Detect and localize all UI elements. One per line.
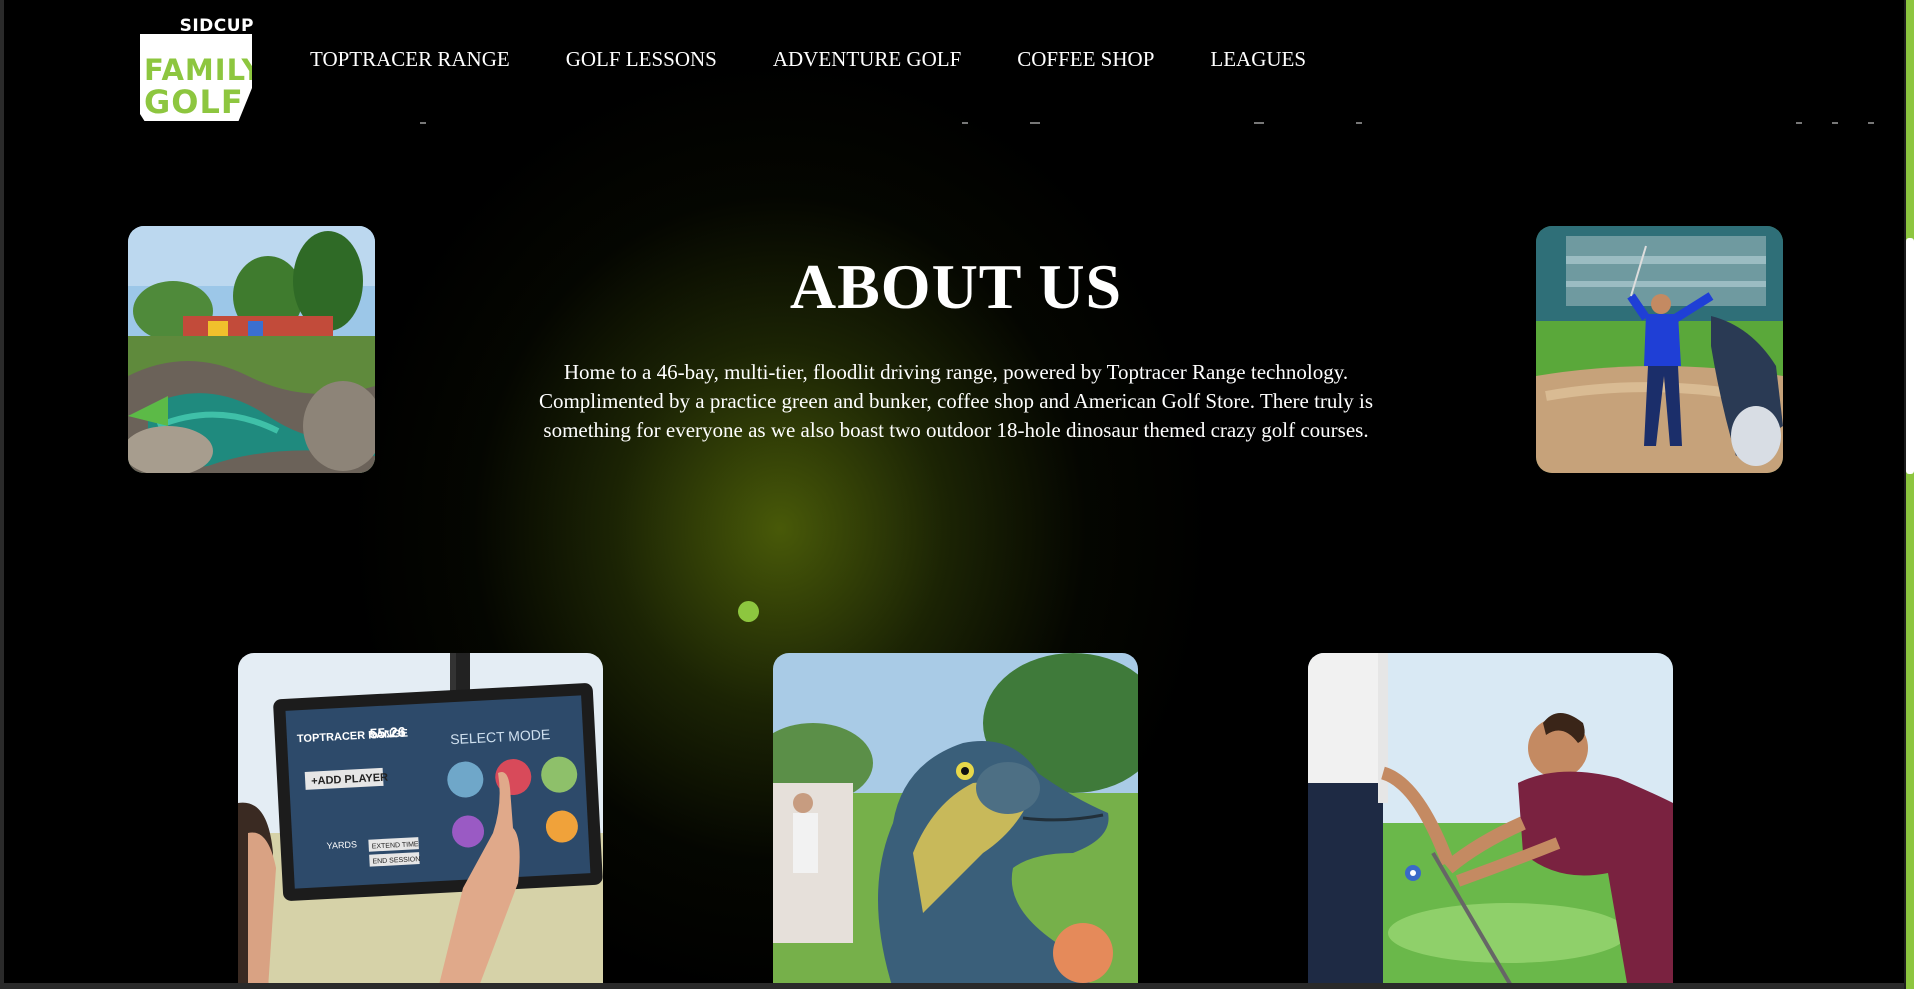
golf-lesson-image	[1308, 653, 1673, 989]
nav-item-toptracer-range[interactable]: TOPTRACER RANGE	[310, 47, 510, 72]
about-us-description: Home to a 46-bay, multi-tier, floodlit d…	[538, 360, 1374, 442]
golf-lessons-card[interactable]	[1308, 653, 1673, 989]
decorative-dash	[1356, 122, 1362, 124]
golfer-image	[1536, 226, 1783, 473]
scrollbar-thumb[interactable]	[1906, 238, 1914, 474]
decorative-dash	[962, 122, 968, 124]
window-bottom-border	[0, 983, 1904, 989]
decorative-dash	[1254, 122, 1264, 124]
logo-family-text: FAMILY	[144, 53, 264, 87]
logo-golf-text: GOLF	[144, 83, 244, 121]
nav-item-golf-lessons[interactable]: GOLF LESSONS	[566, 47, 717, 72]
about-us-heading: ABOUT US	[789, 251, 1123, 322]
decorative-dash	[1832, 122, 1838, 124]
main-nav: TOPTRACER RANGE GOLF LESSONS ADVENTURE G…	[310, 47, 1362, 72]
logo-sidcup-text: SIDCUP	[179, 16, 254, 36]
decorative-dash	[1030, 122, 1040, 124]
toptracer-time: 55:26	[369, 724, 406, 742]
nav-item-leagues[interactable]: LEAGUES	[1210, 47, 1306, 72]
toptracer-screen-image: TOPTRACER RANGE 55:26 SELECT MODE +ADD P…	[238, 653, 603, 989]
golfer-bunker-shot-photo	[1536, 226, 1783, 473]
nav-item-coffee-shop[interactable]: COFFEE SHOP	[1017, 47, 1154, 72]
carousel-dot[interactable]	[738, 601, 759, 622]
logo-card: FAMILY GOLF	[140, 34, 252, 121]
toptracer-card[interactable]: TOPTRACER RANGE 55:26 SELECT MODE +ADD P…	[238, 653, 603, 989]
decorative-dash	[420, 122, 426, 124]
decorative-dash	[1796, 122, 1802, 124]
dinosaur-golf-card[interactable]	[773, 653, 1138, 989]
adventure-golf-image	[128, 226, 375, 473]
page: SIDCUP FAMILY GOLF TOPTRACER RANGE GOLF …	[0, 0, 1914, 989]
scrollbar-track-accent[interactable]	[1906, 0, 1914, 989]
adventure-golf-course-photo	[128, 226, 375, 473]
window-left-border	[0, 0, 4, 989]
dinosaur-image	[773, 653, 1138, 989]
site-header: SIDCUP FAMILY GOLF TOPTRACER RANGE GOLF …	[0, 0, 1904, 121]
site-logo[interactable]: SIDCUP FAMILY GOLF	[140, 16, 256, 121]
decorative-dash	[1868, 122, 1874, 124]
toptracer-yards: YARDS	[326, 839, 357, 851]
nav-item-adventure-golf[interactable]: ADVENTURE GOLF	[773, 47, 961, 72]
